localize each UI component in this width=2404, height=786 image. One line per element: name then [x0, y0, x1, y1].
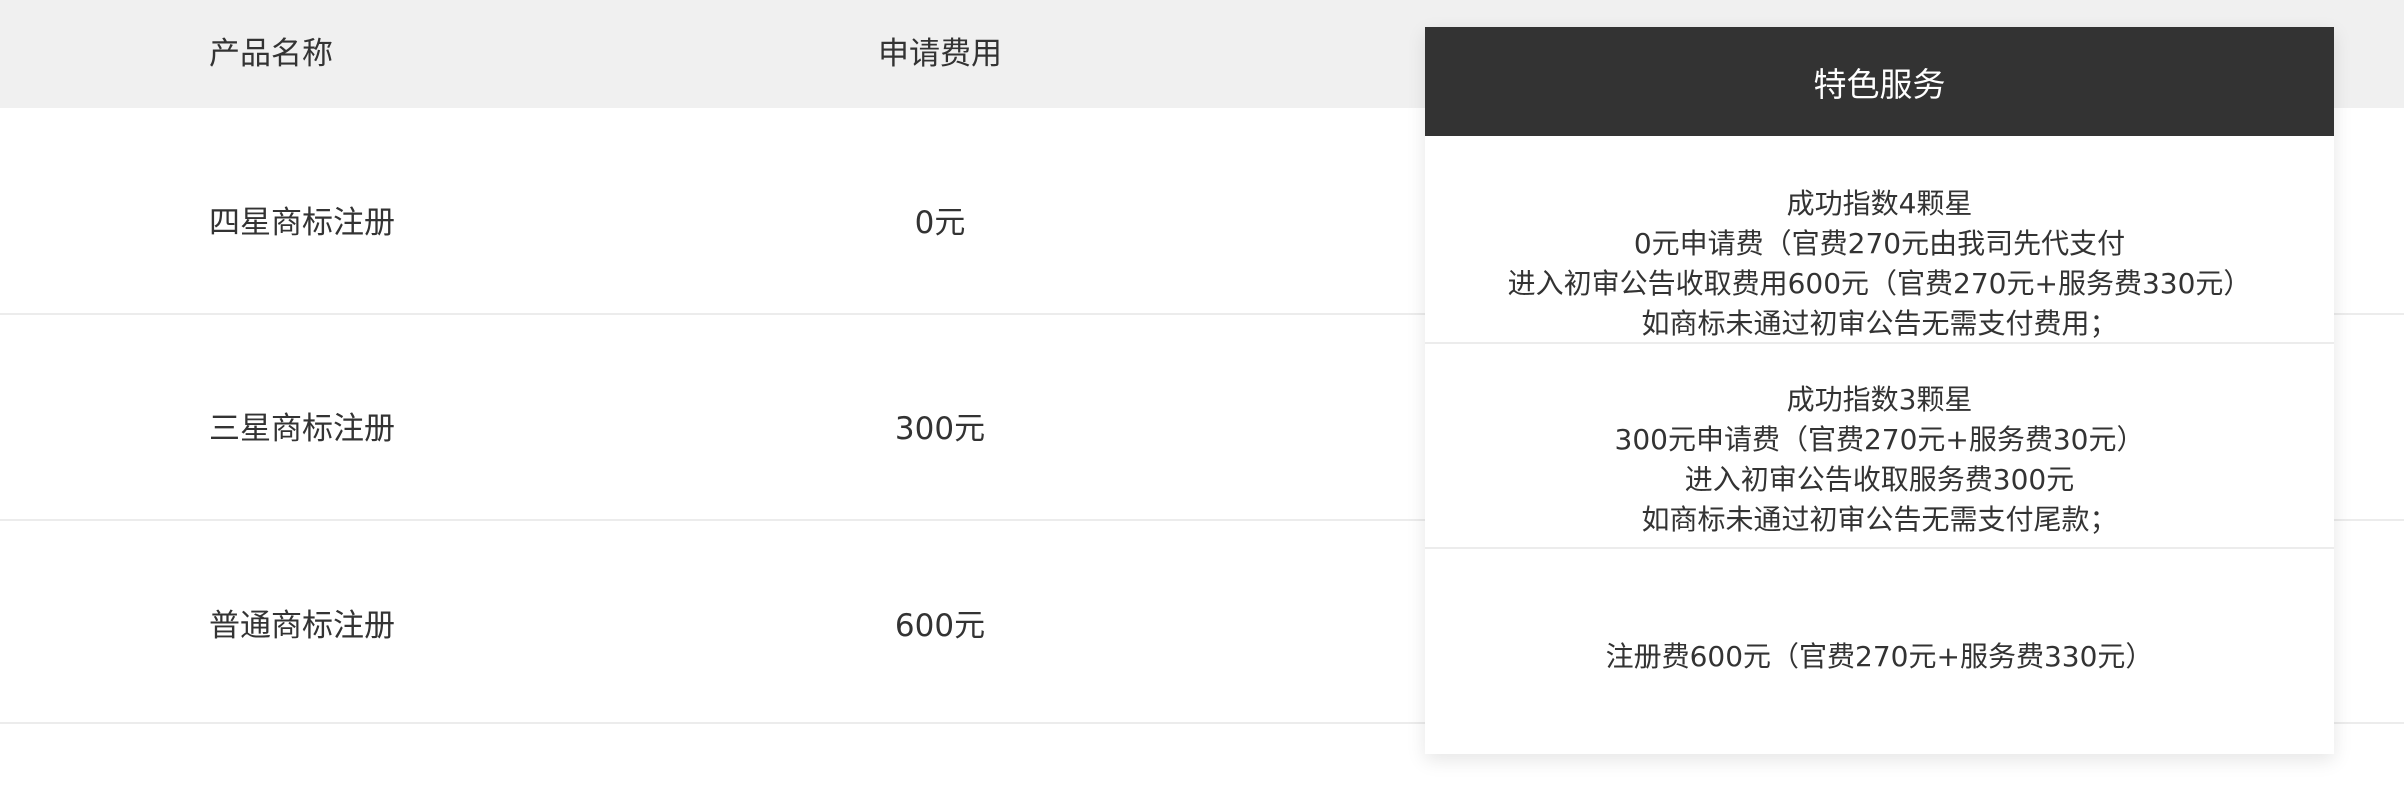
service-line: 成功指数3颗星 — [1786, 383, 1973, 416]
row-2-fee: 300元 — [894, 411, 986, 447]
service-line: 如商标未通过初审公告无需支付尾款； — [1641, 503, 2118, 536]
service-line: 0元申请费（官费270元由我司先代支付 — [1633, 227, 2126, 260]
service-line: 注册费600元（官费270元+服务费330元） — [1605, 640, 2154, 673]
service-line: 300元申请费（官费270元+服务费30元） — [1614, 423, 2145, 456]
row-1-fee: 0元 — [914, 205, 966, 241]
row-3-fee: 600元 — [894, 608, 986, 644]
header-application-fee: 申请费用 — [878, 36, 1002, 72]
service-item-standard: 注册费600元（官费270元+服务费330元） — [1425, 567, 2334, 747]
header-product-name: 产品名称 — [209, 36, 333, 72]
featured-services-title: 特色服务 — [1425, 27, 2334, 136]
service-item-three-star: 成功指数3颗星 300元申请费（官费270元+服务费30元） 进入初审公告收取服… — [1425, 358, 2334, 562]
row-3-product: 普通商标注册 — [209, 608, 395, 644]
row-1-product: 四星商标注册 — [209, 205, 395, 241]
featured-services-panel: 特色服务 成功指数4颗星 0元申请费（官费270元由我司先代支付 进入初审公告收… — [1425, 27, 2334, 754]
service-divider — [1425, 547, 2334, 549]
row-2-product: 三星商标注册 — [209, 411, 395, 447]
service-line: 成功指数4颗星 — [1786, 187, 1973, 220]
service-line: 进入初审公告收取服务费300元 — [1684, 463, 2075, 496]
service-line: 进入初审公告收取费用600元（官费270元+服务费330元） — [1507, 267, 2252, 300]
service-divider — [1425, 342, 2334, 344]
service-line: 如商标未通过初审公告无需支付费用； — [1641, 307, 2118, 340]
service-item-four-star: 成功指数4颗星 0元申请费（官费270元由我司先代支付 进入初审公告收取费用60… — [1425, 161, 2334, 367]
